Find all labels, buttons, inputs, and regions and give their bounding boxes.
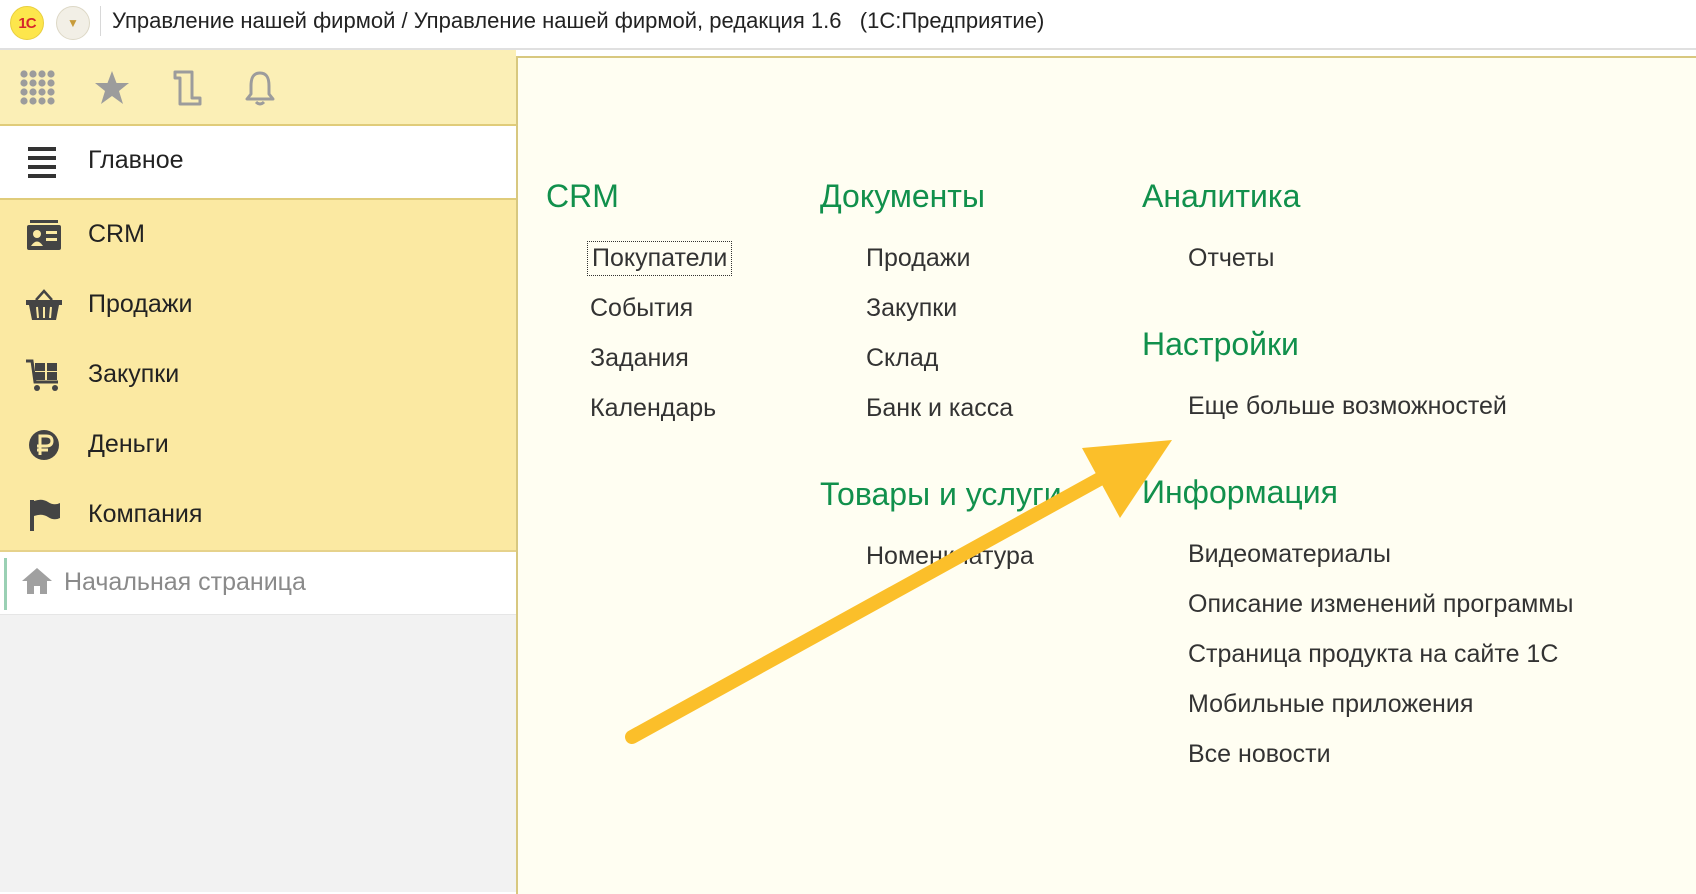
crm-card-icon	[24, 218, 64, 252]
sidebar-item-label: Деньги	[88, 430, 169, 458]
link-warehouse[interactable]: Склад	[866, 344, 938, 373]
group-title-documents[interactable]: Документы	[820, 178, 985, 215]
group-title-information[interactable]: Информация	[1142, 474, 1338, 511]
favorites-star-icon[interactable]	[92, 68, 132, 108]
hamburger-menu-icon	[24, 145, 64, 179]
apps-grid-icon[interactable]	[18, 68, 58, 108]
main-menu-button[interactable]: ▼	[56, 6, 90, 40]
link-calendar[interactable]: Календарь	[590, 394, 716, 423]
sidebar-item-money[interactable]: Деньги	[0, 410, 516, 480]
sidebar-item-label: Главное	[88, 146, 184, 174]
active-indicator	[4, 558, 7, 610]
sidebar-item-label: Компания	[88, 500, 203, 528]
link-video-materials[interactable]: Видеоматериалы	[1188, 540, 1391, 569]
1c-logo-icon[interactable]: 1С	[10, 6, 44, 40]
group-title-settings[interactable]: Настройки	[1142, 326, 1299, 363]
sidebar-item-label: Закупки	[88, 360, 180, 388]
cart-icon	[24, 358, 64, 392]
group-title-crm[interactable]: CRM	[546, 178, 619, 215]
toolbar	[0, 50, 516, 126]
home-icon	[20, 566, 54, 596]
sidebar-item-purchases[interactable]: Закупки	[0, 340, 516, 410]
sidebar-item-label: CRM	[88, 220, 145, 248]
window-title: Управление нашей фирмой / Управление наш…	[112, 8, 1045, 33]
sidebar-item-label: Продажи	[88, 290, 193, 318]
flag-icon	[24, 498, 64, 532]
basket-icon	[24, 288, 64, 322]
sidebar: Главное CRM Продажи Закупки Деньги Компа…	[0, 126, 516, 892]
link-sales[interactable]: Продажи	[866, 244, 970, 273]
link-customers[interactable]: Покупатели	[586, 241, 733, 276]
sections-panel: CRM Продажи Закупки Деньги Компания	[0, 200, 516, 552]
link-change-description[interactable]: Описание изменений программы	[1188, 590, 1574, 619]
link-purchases[interactable]: Закупки	[866, 294, 957, 323]
link-nomenclature[interactable]: Номенклатура	[866, 542, 1034, 571]
group-title-analytics[interactable]: Аналитика	[1142, 178, 1300, 215]
link-all-news[interactable]: Все новости	[1188, 740, 1331, 769]
bell-icon[interactable]	[240, 68, 280, 108]
sidebar-item-sales[interactable]: Продажи	[0, 270, 516, 340]
sidebar-item-home-page[interactable]: Начальная страница	[0, 552, 516, 615]
history-icon[interactable]	[166, 68, 206, 108]
group-title-goods-services[interactable]: Товары и услуги	[820, 476, 1062, 513]
link-reports[interactable]: Отчеты	[1188, 244, 1274, 273]
title-bar: 1С ▼ Управление нашей фирмой / Управлени…	[0, 0, 1696, 50]
ruble-icon	[24, 428, 64, 462]
link-more-features[interactable]: Еще больше возможностей	[1188, 392, 1507, 421]
sidebar-item-main[interactable]: Главное	[0, 126, 516, 200]
sidebar-item-crm[interactable]: CRM	[0, 200, 516, 270]
sidebar-item-company[interactable]: Компания	[0, 480, 516, 550]
title-separator	[100, 6, 101, 36]
link-mobile-apps[interactable]: Мобильные приложения	[1188, 690, 1473, 719]
sidebar-item-label: Начальная страница	[64, 568, 306, 596]
link-bank-cash[interactable]: Банк и касса	[866, 394, 1013, 423]
main-panel: CRM Покупатели События Задания Календарь…	[516, 56, 1696, 894]
link-product-page[interactable]: Страница продукта на сайте 1С	[1188, 640, 1558, 669]
link-tasks[interactable]: Задания	[590, 344, 689, 373]
link-events[interactable]: События	[590, 294, 693, 323]
chevron-down-icon: ▼	[67, 16, 79, 30]
